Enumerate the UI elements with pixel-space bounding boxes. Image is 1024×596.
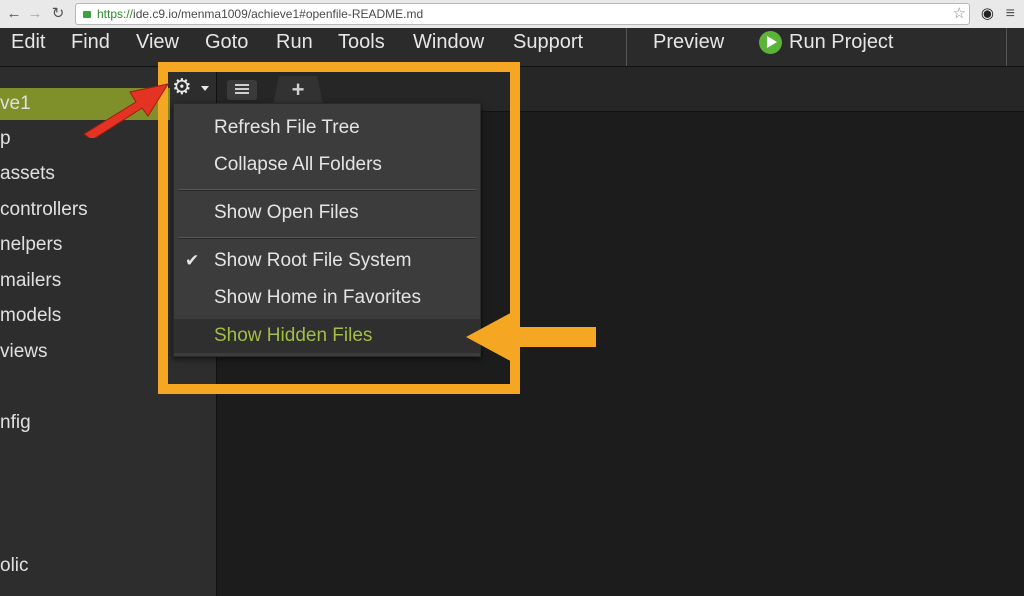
gear-icon: ⚙ — [172, 74, 192, 99]
file-tree-settings-button[interactable]: ⚙ — [172, 74, 216, 100]
tree-item-public[interactable]: olic — [0, 554, 29, 578]
preview-button[interactable]: Preview — [653, 28, 724, 56]
url-path: ide.c9.io/menma1009/achieve1#openfile-RE… — [133, 7, 424, 21]
tree-item-project-root[interactable]: ve1 — [0, 88, 170, 120]
menu-item-show-hidden-files[interactable]: Show Hidden Files — [174, 319, 480, 353]
address-bar[interactable]: https://ide.c9.io/menma1009/achieve1#ope… — [75, 3, 970, 25]
menu-run[interactable]: Run — [276, 28, 313, 56]
tree-item-config[interactable]: nfig — [0, 411, 31, 435]
ide-menubar: Edit Find View Goto Run Tools Window Sup… — [0, 28, 1024, 67]
menu-item-show-home-in-favorites[interactable]: Show Home in Favorites — [174, 281, 480, 315]
menu-find[interactable]: Find — [71, 28, 110, 56]
new-tab-button[interactable]: + — [273, 76, 323, 104]
menu-tools[interactable]: Tools — [338, 28, 385, 56]
menu-item-label: Collapse All Folders — [214, 154, 382, 175]
browser-toolbar: ← → ↻ https://ide.c9.io/menma1009/achiev… — [0, 0, 1024, 29]
list-icon — [235, 84, 249, 86]
url-scheme: https:// — [97, 7, 134, 21]
tree-item[interactable]: p — [0, 127, 11, 151]
menu-item-show-open-files[interactable]: Show Open Files — [174, 196, 480, 230]
menu-edit[interactable]: Edit — [11, 28, 45, 56]
hamburger-menu-icon[interactable]: ≡ — [1006, 3, 1015, 25]
tree-item-label: assets — [0, 163, 55, 184]
menu-goto[interactable]: Goto — [205, 28, 248, 56]
tree-item-label: nfig — [0, 412, 31, 433]
menu-item-label: Show Root File System — [214, 250, 412, 271]
lock-icon — [83, 11, 91, 18]
menu-view[interactable]: View — [136, 28, 179, 56]
menu-item-label: Show Home in Favorites — [214, 287, 421, 308]
menu-support[interactable]: Support — [513, 28, 583, 56]
menu-item-collapse-all-folders[interactable]: Collapse All Folders — [174, 148, 480, 182]
tree-item-label: ve1 — [0, 93, 31, 114]
plus-icon: + — [291, 77, 305, 102]
tree-item-assets[interactable]: assets — [0, 162, 55, 186]
menu-item-label: Refresh File Tree — [214, 117, 360, 138]
tree-item-label: olic — [0, 555, 29, 576]
tree-item-label: mailers — [0, 270, 62, 291]
menubar-divider-right — [1006, 28, 1007, 66]
forward-arrow-icon[interactable]: → — [25, 3, 45, 25]
tree-item-helpers[interactable]: nelpers — [0, 233, 62, 257]
tree-item-models[interactable]: models — [0, 304, 61, 328]
run-play-icon[interactable] — [759, 31, 782, 54]
menu-divider — [178, 237, 476, 238]
star-icon[interactable]: ☆ — [953, 3, 966, 25]
tab-list-button[interactable] — [227, 80, 257, 100]
menu-item-label: Show Open Files — [214, 202, 359, 223]
menu-divider — [178, 189, 476, 190]
tree-item-label: controllers — [0, 199, 88, 220]
tree-item-label: models — [0, 305, 62, 326]
checkmark-icon: ✔ — [185, 251, 200, 270]
extension-icon[interactable]: ◉ — [981, 3, 994, 25]
chevron-down-icon — [201, 86, 209, 91]
tree-item-mailers[interactable]: mailers — [0, 269, 61, 293]
menubar-divider — [626, 28, 627, 66]
reload-icon[interactable]: ↻ — [48, 3, 68, 25]
back-arrow-icon[interactable]: ← — [4, 3, 24, 25]
tree-item-controllers[interactable]: controllers — [0, 198, 88, 222]
tree-item-label: views — [0, 341, 48, 362]
tree-item-label: p — [0, 128, 11, 149]
menu-item-show-root-file-system[interactable]: ✔ Show Root File System — [174, 244, 480, 278]
menu-item-refresh-file-tree[interactable]: Refresh File Tree — [174, 111, 480, 145]
file-tree-settings-menu: Refresh File Tree Collapse All Folders S… — [173, 103, 481, 357]
run-project-button[interactable]: Run Project — [789, 28, 894, 56]
menu-window[interactable]: Window — [413, 28, 484, 56]
menu-item-label: Show Hidden Files — [214, 325, 373, 346]
tree-item-label: nelpers — [0, 234, 63, 255]
tree-item-views[interactable]: views — [0, 340, 48, 364]
